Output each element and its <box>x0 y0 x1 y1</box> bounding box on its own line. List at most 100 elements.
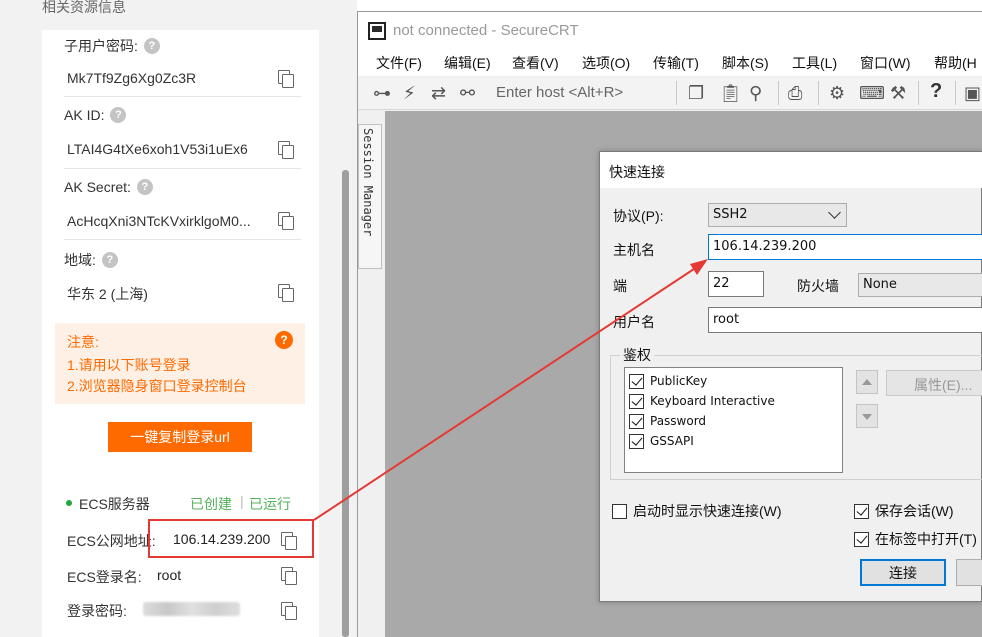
checkbox[interactable] <box>629 373 644 389</box>
copy-icon[interactable]: ❐ <box>688 83 704 103</box>
move-up-button[interactable] <box>856 370 878 394</box>
ecs-title: ECS服务器 <box>79 496 150 512</box>
menu-view[interactable]: 查看(V) <box>512 53 559 73</box>
question-circle-icon[interactable]: ? <box>101 252 118 268</box>
copy-login-url-button[interactable]: 一键复制登录url <box>108 422 252 452</box>
protocol-select[interactable]: SSH2 <box>708 203 847 227</box>
field-label-text: AK Secret: <box>64 179 131 195</box>
menu-edit[interactable]: 编辑(E) <box>444 53 491 73</box>
option-label: 在标签中打开(T) <box>875 531 977 547</box>
menu-script[interactable]: 脚本(S) <box>722 53 769 73</box>
save-session-option[interactable]: 保存会话(W) <box>854 502 954 520</box>
menu-help[interactable]: 帮助(H <box>934 53 977 73</box>
reconnect-icon[interactable]: ⇄ <box>431 83 446 103</box>
firewall-label: 防火墙 <box>797 278 839 294</box>
auth-method-item[interactable]: Password <box>629 412 706 430</box>
checkbox[interactable] <box>629 393 644 409</box>
copy-icon[interactable] <box>281 602 297 620</box>
enter-host-field[interactable]: Enter host <Alt+R> <box>496 84 623 101</box>
auth-method-item[interactable]: Keyboard Interactive <box>629 392 775 410</box>
window-title: not connected - SecureCRT <box>393 22 579 39</box>
divider <box>64 168 301 169</box>
lightning-icon[interactable]: ⚡ <box>403 83 416 103</box>
ecs-login-name-value: root <box>157 567 182 583</box>
paste-icon[interactable]: 📋︎ <box>719 83 742 103</box>
ecs-ip-label: ECS公网地址: <box>67 533 156 549</box>
menu-file[interactable]: 文件(F) <box>376 53 422 73</box>
username-input[interactable]: root <box>708 307 982 333</box>
field-label-text: AK ID: <box>64 107 105 123</box>
connect-button[interactable]: 连接 <box>860 559 946 586</box>
menu-transfer[interactable]: 传输(T) <box>653 53 699 73</box>
question-circle-icon[interactable]: ? <box>110 107 127 123</box>
port-input[interactable]: 22 <box>708 271 764 297</box>
status-separator: | <box>240 493 244 509</box>
port-label: 端 <box>613 278 627 294</box>
divider <box>64 96 301 97</box>
move-down-button[interactable] <box>856 404 878 428</box>
screenshot-root: 相关资源信息 子用户密码: ? Mk7Tf9Zg6Xg0Zc3R AK ID: … <box>0 0 982 637</box>
auth-method-item[interactable]: GSSAPI <box>629 432 694 450</box>
field-label-region: 地域: ? <box>64 250 118 270</box>
link-icon[interactable]: ⚯ <box>460 83 475 103</box>
toolbar-separator <box>818 81 819 105</box>
auth-legend: 鉴权 <box>620 345 654 365</box>
field-label-subuser-password: 子用户密码: ? <box>64 36 160 56</box>
firewall-select[interactable]: None <box>858 273 982 297</box>
auth-method-label: Password <box>650 414 707 428</box>
question-circle-icon[interactable]: ? <box>275 331 293 349</box>
copy-icon[interactable] <box>278 284 294 302</box>
open-in-tab-option[interactable]: 在标签中打开(T) <box>854 530 977 548</box>
auth-method-label: PublicKey <box>650 374 708 388</box>
cancel-button[interactable] <box>956 559 982 586</box>
checkbox[interactable] <box>629 413 644 429</box>
settings-gear-icon[interactable]: ⚙ <box>829 83 845 103</box>
divider <box>64 239 301 240</box>
option-label: 启动时显示快速连接(W) <box>633 503 782 519</box>
field-label-ak-id: AK ID: ? <box>64 107 127 123</box>
toolbar-separator <box>778 81 779 105</box>
field-value-region: 华东 2 (上海) <box>67 286 148 302</box>
menu-tools[interactable]: 工具(L) <box>792 53 837 73</box>
field-label-ak-secret: AK Secret: ? <box>64 179 153 195</box>
show-on-startup-option[interactable]: 启动时显示快速连接(W) <box>612 502 782 520</box>
menu-window[interactable]: 窗口(W) <box>860 53 911 73</box>
password-redacted <box>143 602 240 616</box>
question-circle-icon[interactable]: ? <box>136 179 153 195</box>
checkbox[interactable] <box>854 503 869 519</box>
protocol-label: 协议(P): <box>613 208 664 224</box>
tool-icon[interactable]: ⚒ <box>890 83 906 103</box>
connect-tree-icon[interactable]: ⊶ <box>373 83 391 103</box>
keymap-icon[interactable]: ⌨ <box>859 83 885 103</box>
session-icon[interactable]: ▣ <box>964 83 981 103</box>
securecrt-app-icon <box>368 22 386 40</box>
copy-icon[interactable] <box>278 141 294 159</box>
question-circle-icon[interactable]: ? <box>143 38 160 54</box>
help-icon[interactable]: ? <box>930 81 942 101</box>
find-icon[interactable]: ⚲ <box>749 83 762 103</box>
scrollbar-thumb[interactable] <box>342 170 349 637</box>
field-label-text: 子用户密码: <box>64 38 138 54</box>
field-value-subuser-password: Mk7Tf9Zg6Xg0Zc3R <box>67 70 197 86</box>
menu-options[interactable]: 选项(O) <box>582 53 630 73</box>
checkbox[interactable] <box>629 433 644 449</box>
ecs-login-name-label: ECS登录名: <box>67 569 142 585</box>
print-icon[interactable]: ⎙ <box>788 83 802 103</box>
checkbox[interactable] <box>854 531 869 547</box>
highlight-annotation <box>148 519 314 558</box>
copy-icon[interactable] <box>278 212 294 230</box>
auth-method-item[interactable]: PublicKey <box>629 372 707 390</box>
notice-title: 注意: <box>67 334 99 350</box>
copy-icon[interactable] <box>281 567 297 585</box>
checkbox[interactable] <box>612 503 627 519</box>
properties-button[interactable]: 属性(E)... <box>886 370 982 396</box>
hostname-input[interactable]: 106.14.239.200 <box>708 234 982 260</box>
copy-icon[interactable] <box>278 70 294 88</box>
status-dot-icon <box>66 500 72 506</box>
toolbar-separator <box>955 81 956 105</box>
field-value-ak-id: LTAI4G4tXe6xoh1V53i1uEx6 <box>67 141 248 157</box>
status-running: 已运行 <box>249 496 291 512</box>
section-title: 相关资源信息 <box>42 0 126 15</box>
status-created: 已创建 <box>190 496 232 512</box>
username-label: 用户名 <box>613 314 655 330</box>
